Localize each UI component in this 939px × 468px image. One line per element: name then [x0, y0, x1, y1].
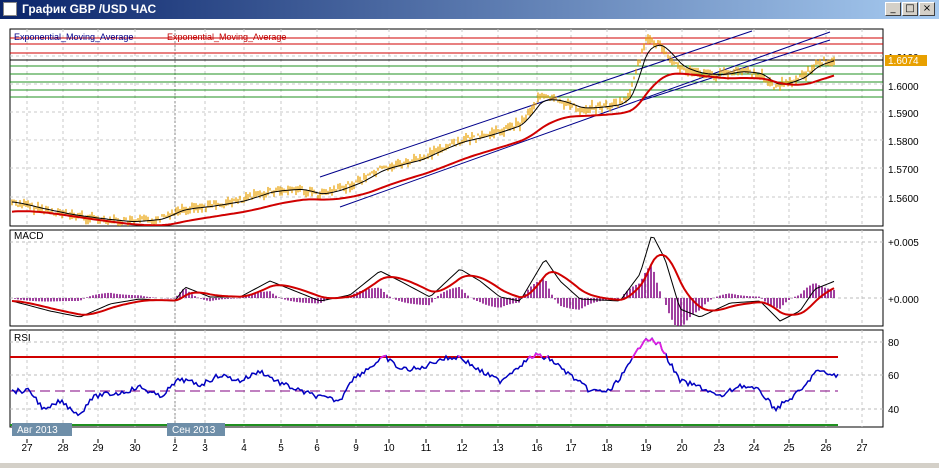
day-label: 20 — [676, 443, 688, 454]
rsi-overbought-segment — [664, 353, 666, 354]
day-label: 11 — [421, 443, 432, 454]
macd-panel — [10, 230, 883, 326]
rsi-title: RSI — [14, 333, 31, 344]
day-label: 27 — [856, 443, 868, 454]
rsi-overbought-segment — [458, 356, 460, 357]
day-label: 9 — [353, 443, 359, 454]
day-label: 17 — [565, 443, 577, 454]
chart-app-icon — [3, 2, 17, 16]
price-tick-4: 1.5700 — [888, 165, 919, 176]
day-label: 16 — [531, 443, 543, 454]
price-panel — [10, 29, 883, 226]
macd-title: MACD — [14, 231, 43, 242]
maximize-button[interactable]: □ — [902, 2, 918, 16]
time-axis: 2728293023456910111213161718192023242526… — [21, 439, 868, 454]
price-tick-3: 1.5800 — [888, 137, 919, 148]
rsi-overbought-segment — [532, 357, 534, 358]
macd-tick-1: +0.000 — [888, 295, 919, 306]
day-label: 19 — [640, 443, 652, 454]
day-label: 12 — [456, 443, 468, 454]
day-label: 24 — [748, 443, 760, 454]
day-label: 23 — [713, 443, 725, 454]
day-label: 29 — [92, 443, 104, 454]
rsi-overbought-segment — [546, 356, 548, 358]
ema-label-1: Exponential_Moving_Average — [14, 32, 133, 42]
day-label: 2 — [172, 443, 178, 454]
day-label: 5 — [278, 443, 284, 454]
day-label: 25 — [783, 443, 795, 454]
day-label: 4 — [241, 443, 247, 454]
day-label: 3 — [202, 443, 208, 454]
day-label: 26 — [820, 443, 832, 454]
rsi-panel — [10, 330, 883, 427]
rsi-overbought-segment — [380, 357, 382, 358]
price-tick-1: 1.6000 — [888, 82, 919, 93]
day-label: 10 — [383, 443, 395, 454]
rsi-overbought-segment — [658, 342, 660, 343]
rsi-overbought-segment — [382, 356, 384, 357]
rsi-tick-0: 80 — [888, 338, 900, 349]
ema-label-2: Exponential_Moving_Average — [167, 32, 286, 42]
minimize-button[interactable]: _ — [885, 2, 901, 16]
price-tick-5: 1.5600 — [888, 194, 919, 205]
month-label-aug: Авг 2013 — [17, 425, 58, 436]
chart-svg: Exponential_Moving_Average Exponential_M… — [0, 19, 939, 463]
current-price-label: 1.6074 — [888, 56, 919, 67]
title-bar: График GBP /USD ЧАС _ □ × — [0, 0, 939, 19]
rsi-tick-2: 40 — [888, 405, 900, 416]
day-label: 30 — [129, 443, 141, 454]
day-label: 27 — [21, 443, 33, 454]
chart-area: Exponential_Moving_Average Exponential_M… — [0, 19, 939, 463]
rsi-tick-1: 60 — [888, 371, 900, 382]
day-label: 6 — [314, 443, 320, 454]
price-tick-2: 1.5900 — [888, 109, 919, 120]
macd-tick-0: +0.005 — [888, 238, 919, 249]
window-title: График GBP /USD ЧАС — [22, 2, 156, 16]
rsi-overbought-segment — [384, 356, 386, 357]
day-label: 13 — [492, 443, 504, 454]
month-label-sep: Сен 2013 — [172, 425, 216, 436]
close-button[interactable]: × — [919, 2, 935, 16]
day-label: 28 — [57, 443, 69, 454]
day-label: 18 — [601, 443, 613, 454]
rsi-overbought-segment — [536, 353, 538, 355]
